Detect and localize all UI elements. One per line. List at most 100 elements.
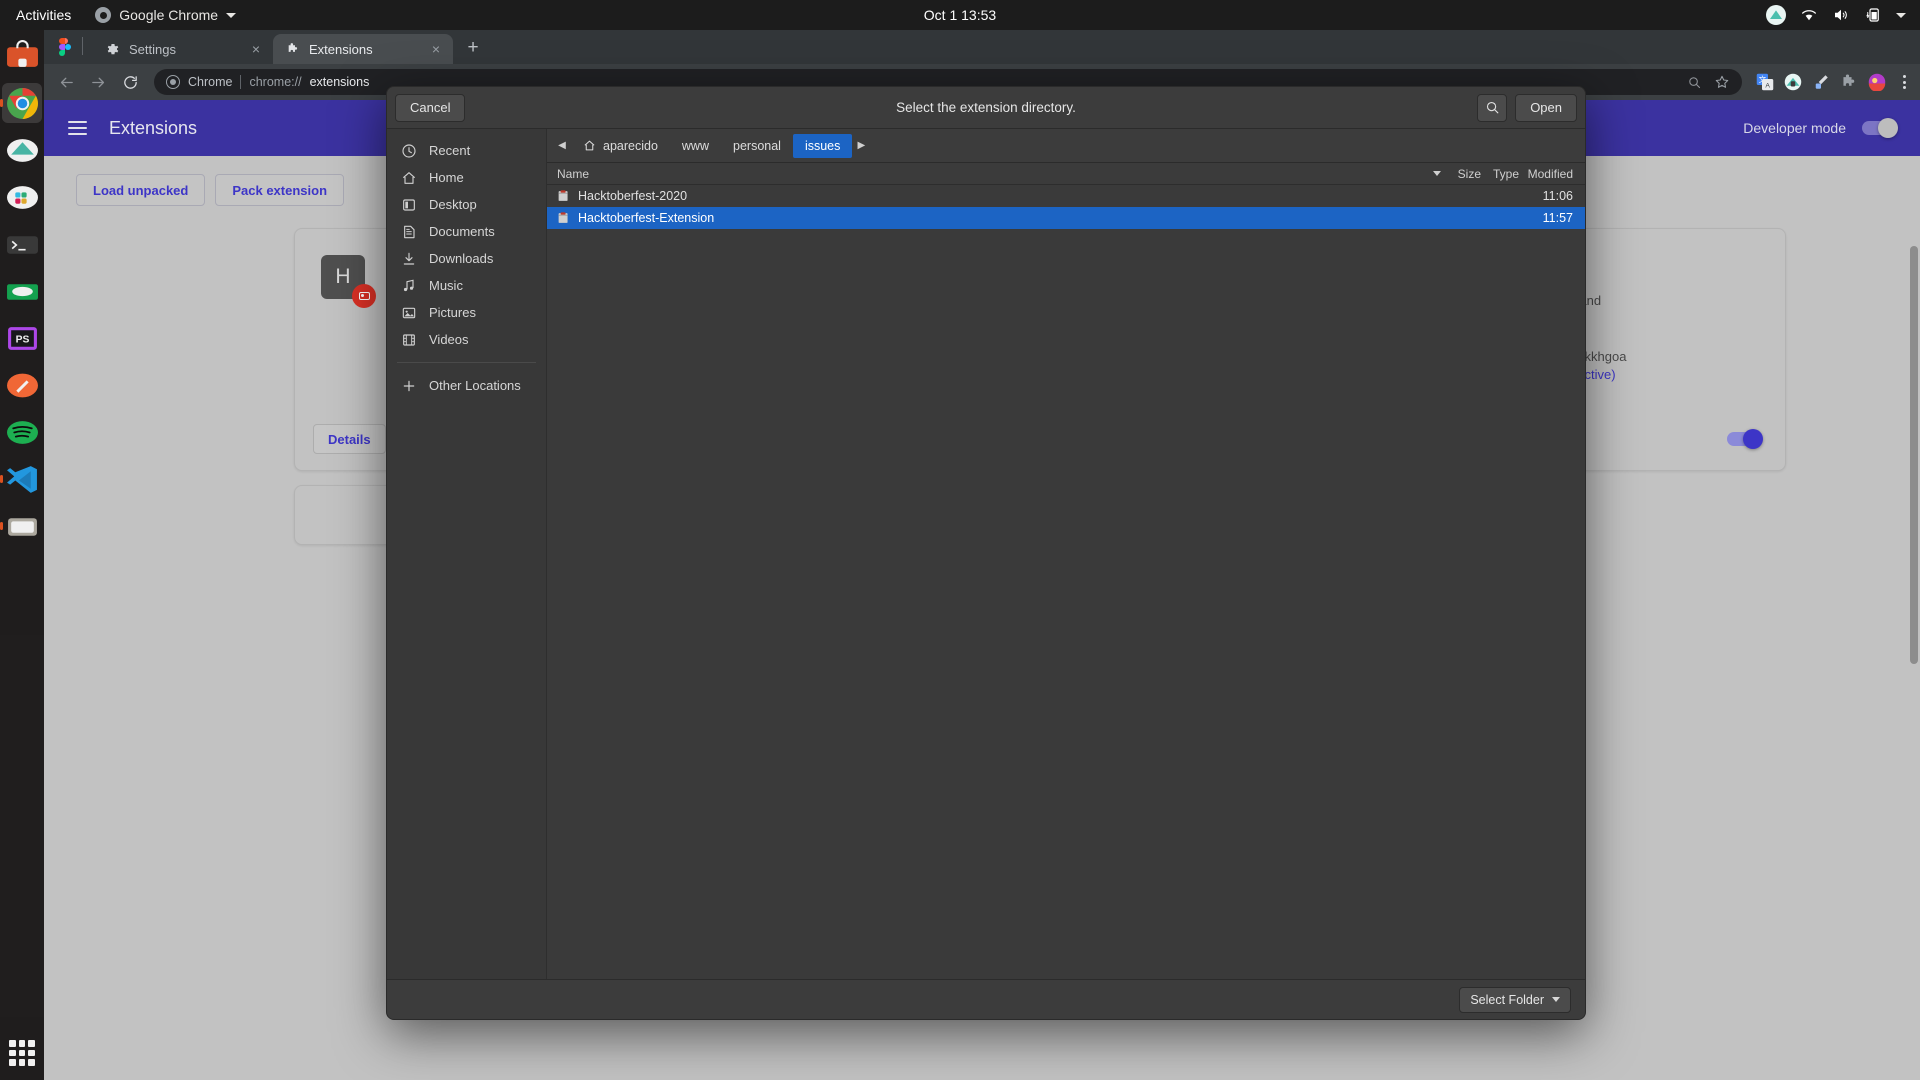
file-list-header: Name Size Type Modified bbox=[547, 163, 1585, 185]
pack-extension-button[interactable]: Pack extension bbox=[215, 174, 345, 206]
places-item-recent[interactable]: Recent bbox=[387, 137, 546, 164]
puzzle-icon bbox=[288, 43, 298, 52]
developer-mode-toggle[interactable] bbox=[1862, 118, 1898, 138]
search-button[interactable] bbox=[1477, 93, 1508, 122]
close-icon[interactable]: × bbox=[429, 42, 443, 56]
file-row[interactable]: Hacktoberfest-Extension 11:57 bbox=[547, 207, 1585, 229]
places-item-other-locations[interactable]: Other Locations bbox=[387, 372, 546, 399]
clock-label[interactable]: Oct 1 13:53 bbox=[924, 7, 996, 23]
forward-button[interactable] bbox=[84, 68, 112, 96]
back-button[interactable] bbox=[52, 68, 80, 96]
spotify-icon bbox=[6, 420, 38, 444]
dock-item-google-chrome[interactable] bbox=[2, 83, 42, 123]
system-status-area[interactable] bbox=[1766, 5, 1920, 25]
tab-settings[interactable]: Settings × bbox=[93, 34, 273, 64]
breadcrumb-issues[interactable]: issues bbox=[792, 133, 853, 158]
system-menu-chevron-icon[interactable] bbox=[1896, 12, 1906, 18]
breadcrumb-personal[interactable]: personal bbox=[721, 134, 793, 158]
cancel-button[interactable]: Cancel bbox=[395, 93, 466, 122]
slack-icon bbox=[6, 185, 38, 209]
places-item-home[interactable]: Home bbox=[387, 164, 546, 191]
dock-item-visual-studio-code[interactable] bbox=[2, 459, 42, 499]
dock-item-files[interactable] bbox=[2, 506, 42, 546]
search-icon[interactable] bbox=[1687, 75, 1702, 90]
dock-item-phpstorm[interactable]: PS bbox=[2, 318, 42, 358]
chrome-product-icon bbox=[166, 75, 180, 89]
vscode-icon bbox=[6, 465, 37, 493]
extension-icon-hacktoberfest: H bbox=[319, 253, 376, 308]
dock-item-nordvpn[interactable] bbox=[2, 130, 42, 170]
profile-avatar-icon[interactable] bbox=[1868, 73, 1886, 91]
gear-icon bbox=[107, 44, 119, 55]
extensions-puzzle-icon[interactable] bbox=[1840, 73, 1858, 91]
column-header-name[interactable]: Name bbox=[547, 167, 1449, 181]
dock-item-terminal[interactable] bbox=[2, 224, 42, 264]
dock-item-toolbox-app[interactable] bbox=[2, 36, 42, 76]
places-item-label: Desktop bbox=[429, 197, 477, 212]
file-name-label: Hacktoberfest-Extension bbox=[578, 211, 715, 225]
breadcrumb-www[interactable]: www bbox=[670, 134, 721, 158]
chrome-menu-button[interactable] bbox=[1896, 75, 1912, 89]
dock-item-slack[interactable] bbox=[2, 177, 42, 217]
page-scrollbar[interactable] bbox=[1910, 156, 1918, 1080]
column-header-modified[interactable]: Modified bbox=[1525, 167, 1585, 181]
extension-enable-toggle[interactable] bbox=[1727, 429, 1763, 449]
column-header-type[interactable]: Type bbox=[1487, 167, 1525, 181]
places-item-label: Recent bbox=[429, 143, 471, 158]
file-row[interactable]: Hacktoberfest-2020 11:06 bbox=[547, 185, 1585, 207]
nordvpn-extension-icon[interactable] bbox=[1784, 73, 1802, 91]
phpstorm-icon: PS bbox=[7, 326, 37, 350]
google-translate-icon[interactable]: 文 A bbox=[1756, 73, 1774, 91]
dock-item-spotify[interactable] bbox=[2, 412, 42, 452]
tab-extensions[interactable]: Extensions × bbox=[273, 34, 453, 64]
places-sidebar: Recent Home Desktop Documents Downloads … bbox=[387, 129, 547, 979]
chevron-down-icon bbox=[1552, 997, 1560, 1002]
close-icon[interactable]: × bbox=[249, 42, 263, 56]
reload-button[interactable] bbox=[116, 68, 144, 96]
places-item-videos[interactable]: Videos bbox=[387, 326, 546, 353]
app-menu-label: Google Chrome bbox=[119, 7, 219, 23]
film-icon bbox=[403, 333, 415, 346]
omnibox-url-scheme: chrome:// bbox=[249, 75, 302, 89]
show-applications-button[interactable] bbox=[9, 1040, 35, 1066]
breadcrumb-scroll-left-icon[interactable]: ◀ bbox=[553, 133, 571, 158]
breadcrumb-aparecido[interactable]: aparecido bbox=[571, 134, 670, 158]
nordvpn-tray-icon[interactable] bbox=[1766, 5, 1786, 25]
places-item-music[interactable]: Music bbox=[387, 272, 546, 299]
color-picker-icon[interactable] bbox=[1812, 73, 1830, 91]
places-divider bbox=[397, 362, 536, 363]
file-name-label: Hacktoberfest-2020 bbox=[578, 189, 688, 203]
tab-strip: Settings × Extensions × + bbox=[44, 30, 1920, 64]
bookmark-star-icon[interactable] bbox=[1714, 74, 1730, 90]
files-icon bbox=[7, 517, 37, 536]
page-title: Extensions bbox=[109, 117, 198, 138]
tab-title: Settings bbox=[129, 41, 176, 57]
omnibox-actions bbox=[1687, 74, 1730, 90]
file-list[interactable]: Hacktoberfest-2020 11:06 Hacktoberfest-E… bbox=[547, 185, 1585, 979]
plus-icon bbox=[403, 380, 415, 391]
scrollbar-thumb[interactable] bbox=[1910, 246, 1918, 664]
menu-icon[interactable] bbox=[68, 121, 87, 135]
open-button[interactable]: Open bbox=[1515, 93, 1577, 122]
details-button[interactable]: Details bbox=[313, 424, 386, 454]
app-menu-button[interactable]: Google Chrome bbox=[95, 7, 237, 23]
breadcrumb-scroll-right-icon[interactable]: ▶ bbox=[852, 133, 871, 158]
places-item-documents[interactable]: Documents bbox=[387, 218, 546, 245]
dock-item-robomongo[interactable] bbox=[2, 271, 42, 311]
places-item-label: Home bbox=[429, 170, 464, 185]
chrome-icon bbox=[6, 87, 38, 119]
download-icon bbox=[403, 252, 415, 265]
activities-button[interactable]: Activities bbox=[16, 7, 71, 23]
developer-mode-control[interactable]: Developer mode bbox=[1743, 118, 1898, 138]
places-item-pictures[interactable]: Pictures bbox=[387, 299, 546, 326]
places-item-desktop[interactable]: Desktop bbox=[387, 191, 546, 218]
places-item-downloads[interactable]: Downloads bbox=[387, 245, 546, 272]
column-header-size[interactable]: Size bbox=[1449, 167, 1487, 181]
dock-item-postman[interactable] bbox=[2, 365, 42, 405]
new-tab-button[interactable]: + bbox=[459, 34, 487, 62]
developer-mode-label: Developer mode bbox=[1743, 120, 1846, 136]
select-folder-combo[interactable]: Select Folder bbox=[1459, 986, 1571, 1013]
load-unpacked-button[interactable]: Load unpacked bbox=[76, 174, 206, 206]
robomongo-icon bbox=[6, 283, 38, 300]
folder-icon bbox=[558, 212, 568, 223]
